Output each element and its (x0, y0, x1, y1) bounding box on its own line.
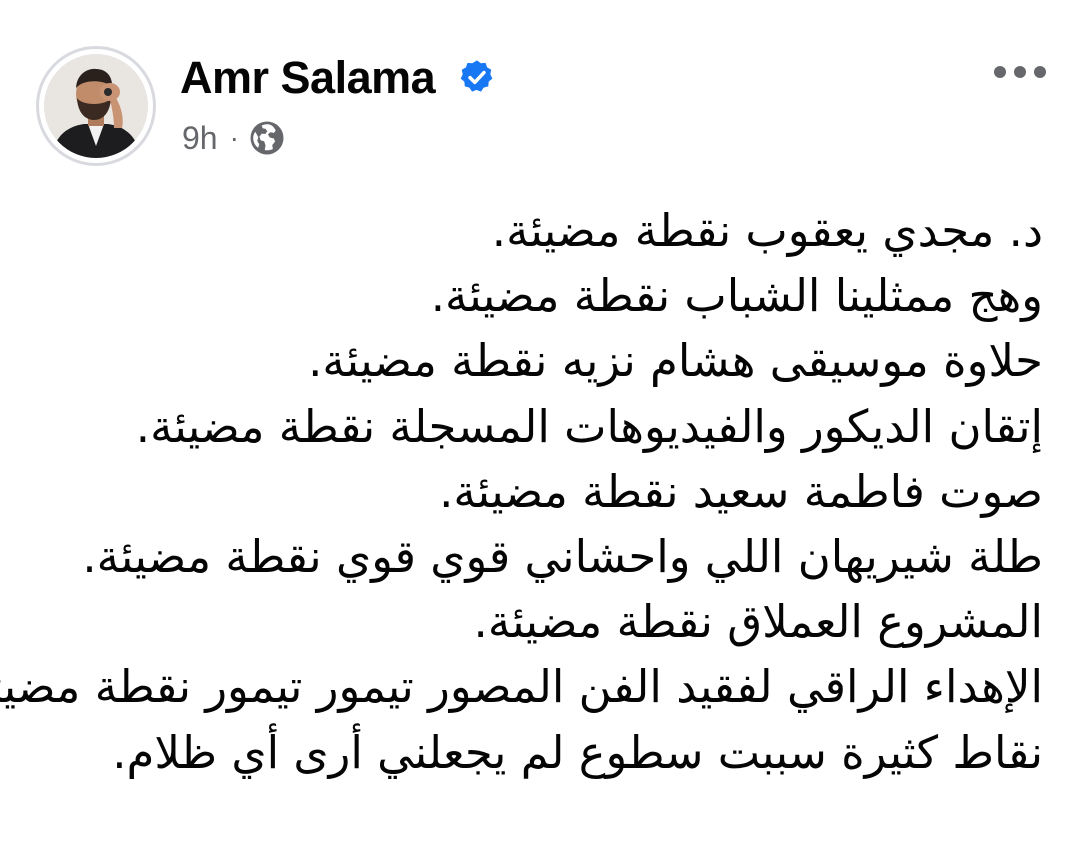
person-silhouette-icon (44, 54, 148, 158)
post-line: طلة شيريهان اللي واحشاني قوي قوي نقطة مض… (82, 530, 1043, 584)
post-meta: 9h · (182, 116, 285, 160)
post-line: إتقان الديكور والفيديوهات المسجلة نقطة م… (135, 399, 1043, 453)
post-line: صوت فاطمة سعيد نقطة مضيئة. (439, 464, 1043, 518)
more-horizontal-icon (1014, 66, 1026, 78)
more-options-button[interactable] (984, 48, 1056, 96)
meta-separator: · (229, 122, 239, 153)
post-line: حلاوة موسيقى هشام نزيه نقطة مضيئة. (308, 334, 1043, 388)
verified-badge-icon (460, 60, 493, 92)
globe-icon[interactable] (249, 120, 285, 156)
post-line: نقاط كثيرة سببت سطوع لم يجعلني أرى أي ظل… (112, 725, 1043, 779)
post-line: الإهداء الراقي لفقيد الفن المصور تيمور ت… (0, 660, 1043, 714)
avatar-photo (44, 54, 148, 158)
more-horizontal-icon (1034, 66, 1046, 78)
post-text: د. مجدي يعقوب نقطة مضيئة. وهج ممثلينا ال… (0, 198, 1043, 785)
post-line: المشروع العملاق نقطة مضيئة. (473, 595, 1043, 649)
post-timestamp[interactable]: 9h (182, 120, 218, 157)
post-line: د. مجدي يعقوب نقطة مضيئة. (491, 204, 1043, 257)
facebook-post: Amr Salama 9h · د. مجدي يعقوب نقطة مضيئة… (0, 0, 1080, 856)
profile-avatar[interactable] (36, 46, 156, 166)
author-name[interactable]: Amr Salama (180, 52, 436, 104)
more-horizontal-icon (994, 66, 1006, 78)
post-line: وهج ممثلينا الشباب نقطة مضيئة. (430, 269, 1043, 323)
